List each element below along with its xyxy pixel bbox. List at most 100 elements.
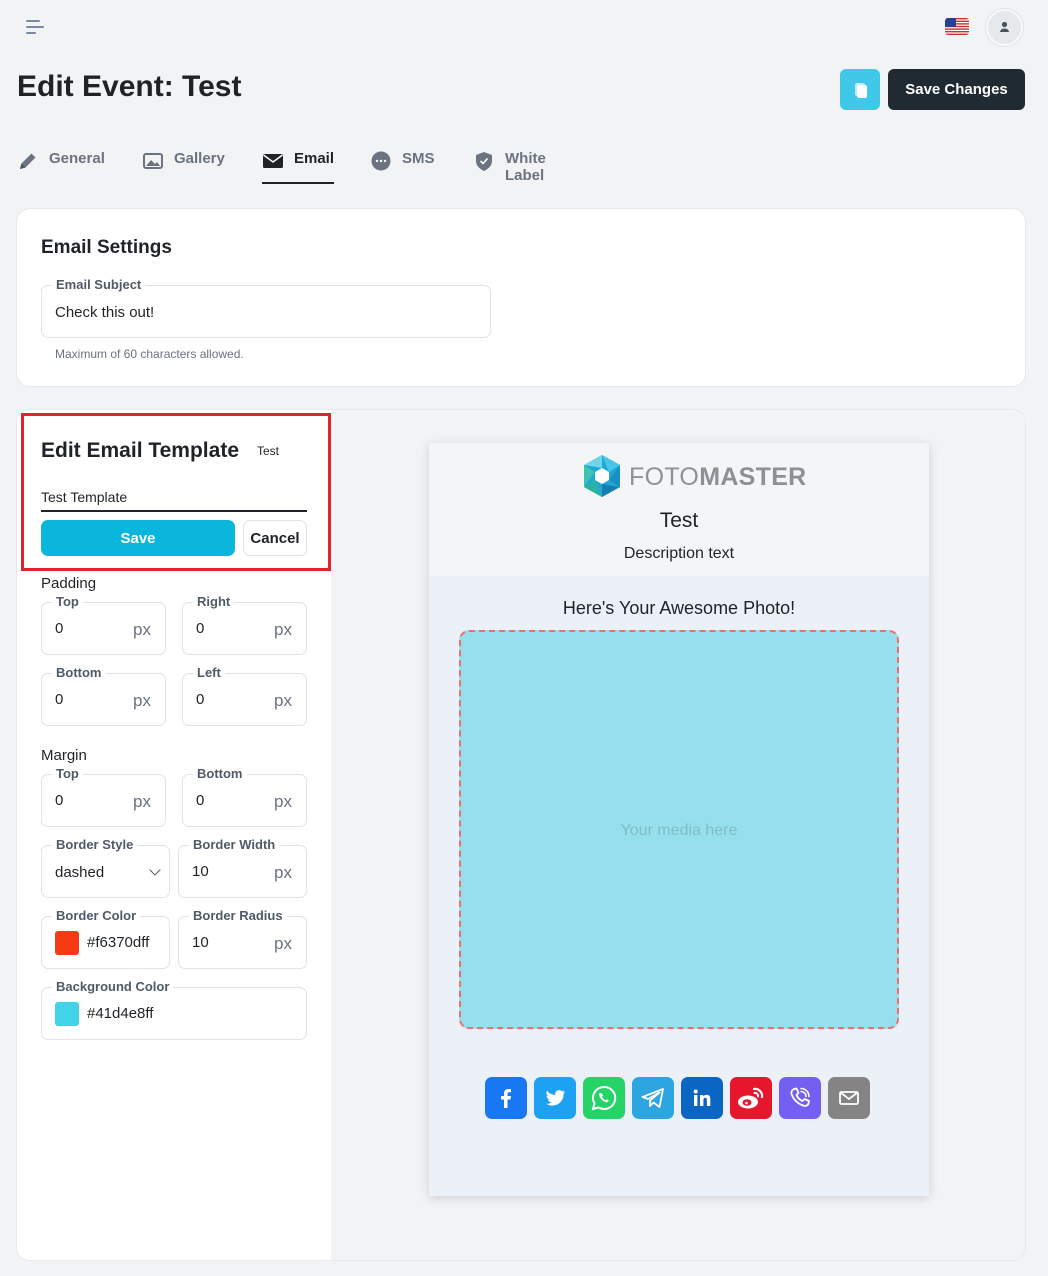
page-title: Edit Event: Test xyxy=(17,70,242,103)
margin-bottom-field[interactable]: Bottom 0 px xyxy=(182,766,307,827)
unit-label: px xyxy=(133,691,151,710)
cancel-button[interactable]: Cancel xyxy=(243,520,307,556)
border-style-select[interactable]: Border Style dashed xyxy=(41,837,170,898)
top-bar xyxy=(0,0,1048,56)
logo-text: FOTOMASTER xyxy=(629,463,807,491)
facebook-icon xyxy=(501,1089,511,1108)
menu-icon[interactable] xyxy=(24,16,48,38)
background-color-field[interactable]: Background Color #41d4e8ff xyxy=(41,979,307,1040)
margin-label: Margin xyxy=(41,747,87,764)
padding-right-field[interactable]: Right 0 px xyxy=(182,594,307,655)
field-label: Email Subject xyxy=(52,277,146,292)
unit-label: px xyxy=(274,691,292,710)
telegram-icon xyxy=(641,1088,664,1108)
envelope-icon xyxy=(262,150,284,172)
weibo-share-button[interactable] xyxy=(730,1077,772,1119)
template-name-input[interactable] xyxy=(41,479,307,512)
border-width-field[interactable]: Border Width 10 px xyxy=(178,837,307,898)
background-color-swatch[interactable] xyxy=(55,1002,79,1026)
preview-title: Test xyxy=(659,509,699,532)
email-settings-card: Email Settings Email Subject Check this … xyxy=(16,208,1026,387)
template-editor-title: Edit Email Template xyxy=(41,439,239,462)
media-placeholder-text: Your media here xyxy=(620,822,738,839)
field-label: Right xyxy=(193,594,235,609)
field-label: Bottom xyxy=(52,665,106,680)
field-label: Bottom xyxy=(193,766,247,781)
user-avatar[interactable] xyxy=(986,9,1023,46)
field-value: dashed xyxy=(55,864,105,881)
viber-share-button[interactable] xyxy=(779,1077,821,1119)
field-value: #41d4e8ff xyxy=(87,1005,154,1022)
pencil-icon xyxy=(17,150,39,172)
template-settings-panel: Edit Email Template Test Save Cancel Pad… xyxy=(17,410,331,1260)
field-value: 0 xyxy=(55,792,64,809)
shield-icon xyxy=(473,150,495,172)
whatsapp-share-button[interactable] xyxy=(583,1077,625,1119)
chat-icon xyxy=(370,150,392,172)
tab-label: SMS xyxy=(402,150,435,167)
preview-heading: Here's Your Awesome Photo! xyxy=(562,598,796,618)
facebook-share-button[interactable] xyxy=(485,1077,527,1119)
border-color-field[interactable]: Border Color #f6370dff xyxy=(41,908,170,969)
border-color-swatch[interactable] xyxy=(55,931,79,955)
whatsapp-icon xyxy=(591,1085,617,1111)
field-hint: Maximum of 60 characters allowed. xyxy=(55,347,244,361)
field-value: 10 xyxy=(192,863,209,880)
copy-button[interactable] xyxy=(840,69,880,110)
template-editor-card: Edit Email Template Test Save Cancel Pad… xyxy=(16,409,1026,1261)
field-value: 0 xyxy=(55,620,64,637)
field-label: Left xyxy=(193,665,225,680)
padding-bottom-field[interactable]: Bottom 0 px xyxy=(41,665,166,726)
field-label: Border Width xyxy=(189,837,280,852)
field-label: Top xyxy=(52,594,83,609)
copy-icon xyxy=(855,83,867,98)
us-flag-icon[interactable] xyxy=(945,18,969,35)
media-placeholder[interactable]: Your media here xyxy=(459,630,899,1029)
unit-label: px xyxy=(274,620,292,639)
email-subject-field[interactable]: Email Subject Check this out! xyxy=(41,277,491,338)
chevron-down-icon xyxy=(149,864,161,876)
field-value: 10 xyxy=(192,934,209,951)
border-radius-field[interactable]: Border Radius 10 px xyxy=(178,908,307,969)
preview-header: FOTOMASTER Test Description text xyxy=(429,443,929,576)
field-label: Border Style xyxy=(52,837,138,852)
margin-top-field[interactable]: Top 0 px xyxy=(41,766,166,827)
twitter-icon xyxy=(546,1090,565,1106)
unit-label: px xyxy=(133,620,151,639)
template-badge: Test xyxy=(257,444,280,458)
tab-white-label[interactable]: White Label xyxy=(473,146,546,184)
image-icon xyxy=(142,150,164,172)
tab-email[interactable]: Email xyxy=(262,146,335,184)
linkedin-icon xyxy=(693,1089,711,1106)
telegram-share-button[interactable] xyxy=(632,1077,674,1119)
tab-gallery[interactable]: Gallery xyxy=(142,146,225,184)
section-title: Email Settings xyxy=(41,237,172,258)
padding-label: Padding xyxy=(41,575,97,592)
tab-sms[interactable]: SMS xyxy=(370,146,435,184)
field-label: Border Radius xyxy=(189,908,287,923)
twitter-share-button[interactable] xyxy=(534,1077,576,1119)
padding-top-field[interactable]: Top 0 px xyxy=(41,594,166,655)
unit-label: px xyxy=(274,792,292,811)
field-value: 0 xyxy=(196,691,205,708)
tab-general[interactable]: General xyxy=(17,146,105,184)
field-value: Check this out! xyxy=(55,304,155,321)
unit-label: px xyxy=(274,863,292,882)
aperture-icon xyxy=(584,455,620,497)
tab-label: Gallery xyxy=(174,150,225,167)
save-changes-button[interactable]: Save Changes xyxy=(888,69,1025,110)
field-value: 0 xyxy=(55,691,64,708)
email-share-button[interactable] xyxy=(828,1077,870,1119)
email-preview: FOTOMASTER Test Description text Here's … xyxy=(429,443,929,1196)
tab-label: General xyxy=(49,150,105,167)
padding-left-field[interactable]: Left 0 px xyxy=(182,665,307,726)
field-value: 0 xyxy=(196,620,205,637)
email-icon xyxy=(839,1091,859,1105)
weibo-icon xyxy=(738,1087,764,1109)
linkedin-share-button[interactable] xyxy=(681,1077,723,1119)
unit-label: px xyxy=(133,792,151,811)
save-button[interactable]: Save xyxy=(41,520,235,556)
field-label: Background Color xyxy=(52,979,174,994)
tab-label: Email xyxy=(294,150,335,167)
viber-icon xyxy=(790,1087,810,1107)
